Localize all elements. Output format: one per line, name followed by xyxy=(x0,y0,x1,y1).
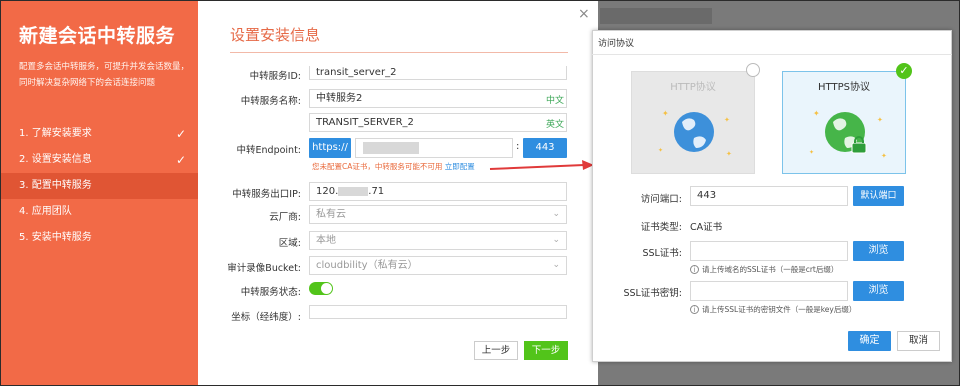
screenshot-border xyxy=(0,0,960,386)
